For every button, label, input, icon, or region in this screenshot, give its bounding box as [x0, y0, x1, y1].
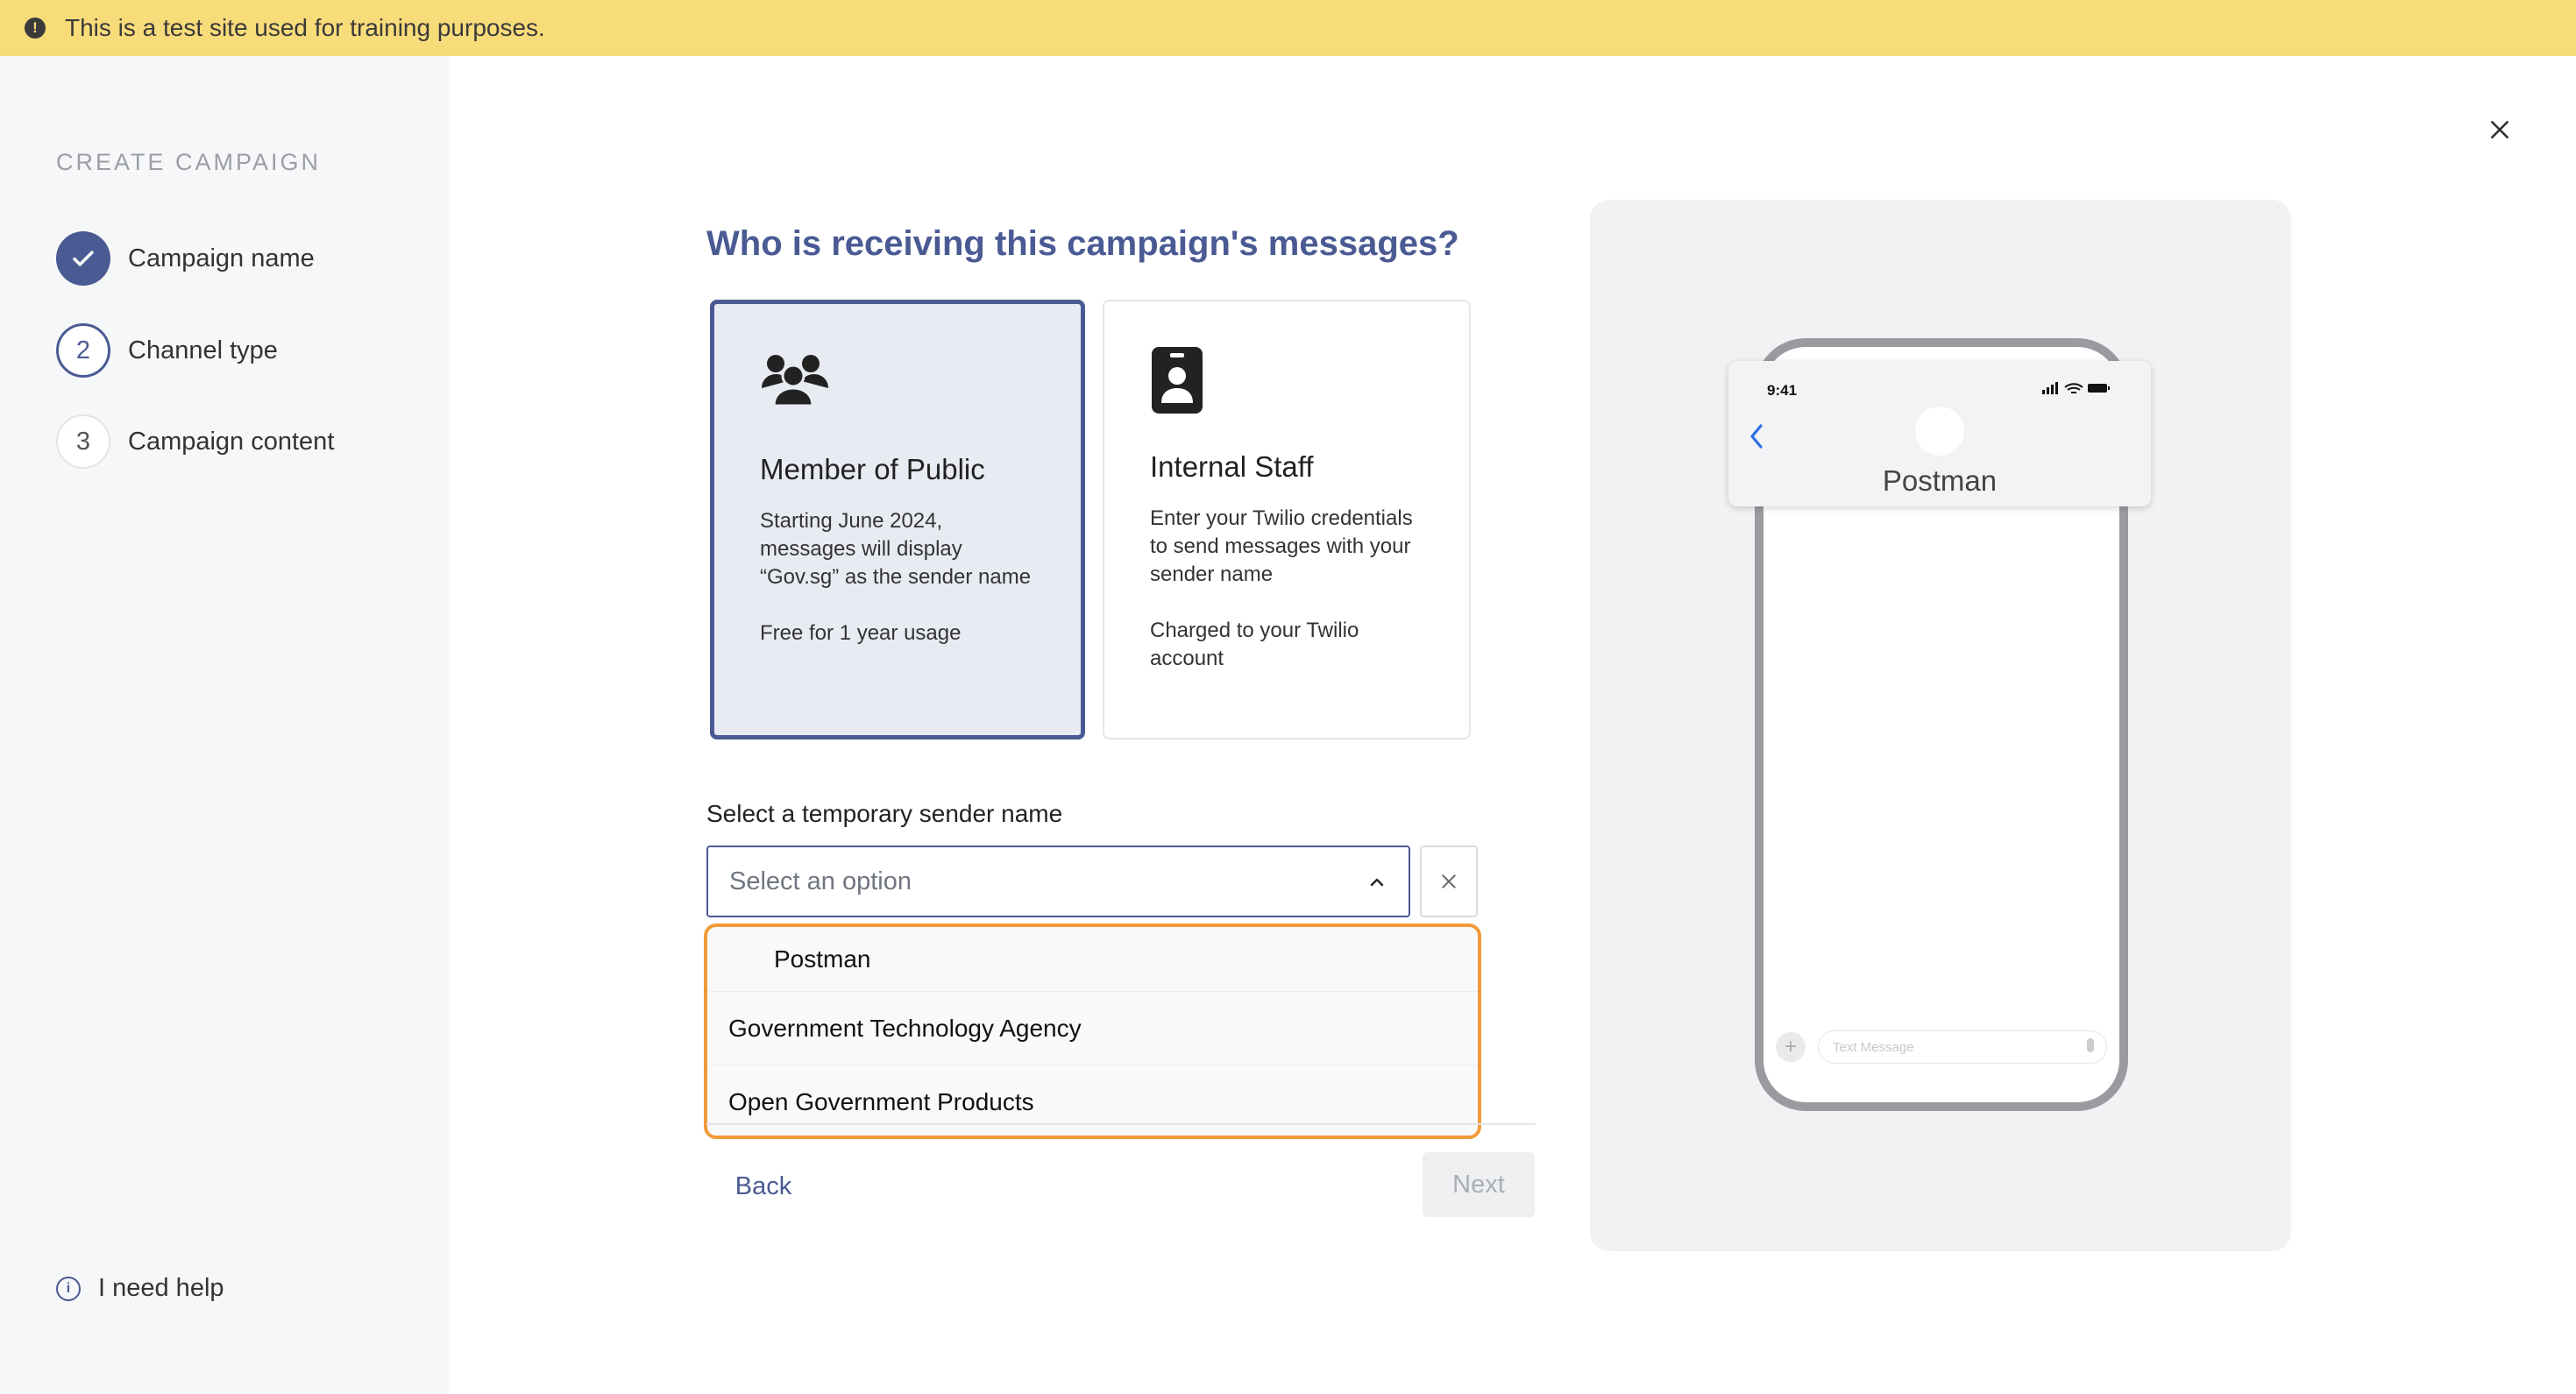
card-internal-staff[interactable]: Internal Staff Enter your Twilio credent…	[1103, 300, 1471, 739]
sender-name-select[interactable]: Select an option	[706, 846, 1410, 917]
card-description: Enter your Twilio credentials to send me…	[1150, 506, 1413, 586]
banner-text: This is a test site used for training pu…	[65, 14, 545, 41]
step-label: Campaign name	[128, 244, 315, 272]
close-icon	[1442, 874, 1456, 888]
close-button[interactable]	[2482, 112, 2517, 147]
card-note: Free for 1 year usage	[760, 621, 962, 645]
step-campaign-content[interactable]: 3 Campaign content	[56, 414, 334, 469]
step-campaign-name[interactable]: Campaign name	[56, 231, 315, 286]
phone-message-header: 9:41 Postman	[1728, 361, 2151, 506]
divider	[706, 1123, 1536, 1125]
card-member-of-public[interactable]: Member of Public Starting June 2024, mes…	[710, 300, 1085, 739]
chevron-up-icon	[1359, 870, 1394, 893]
id-badge-icon	[1150, 345, 1423, 415]
exclamation-icon: !	[25, 18, 46, 39]
card-note: Charged to your Twilio account	[1150, 619, 1359, 670]
card-title: Internal Staff	[1150, 450, 1314, 483]
signal-wifi-battery-icon	[2042, 382, 2112, 397]
next-button[interactable]: Next	[1423, 1152, 1535, 1217]
people-group-icon	[760, 348, 1035, 418]
clear-selection-button[interactable]	[1420, 846, 1478, 917]
step-number: 2	[56, 323, 110, 378]
training-banner: ! This is a test site used for training …	[0, 0, 2576, 56]
option-open-government-products[interactable]: Open Government Products	[707, 1065, 1478, 1136]
option-postman[interactable]: Postman	[707, 927, 1478, 992]
card-description: Starting June 2024, messages will displa…	[760, 509, 1032, 589]
sender-options-dropdown: Postman Government Technology Agency Ope…	[704, 923, 1481, 1139]
card-title: Member of Public	[760, 453, 985, 485]
plus-icon: +	[1776, 1032, 1806, 1062]
phone-time: 9:41	[1767, 382, 1798, 399]
step-label: Campaign content	[128, 427, 335, 456]
close-icon	[2491, 121, 2509, 138]
option-government-technology-agency[interactable]: Government Technology Agency	[707, 992, 1478, 1065]
help-link[interactable]: i I need help	[56, 1274, 224, 1303]
step-label: Channel type	[128, 336, 278, 364]
info-icon: i	[56, 1276, 81, 1301]
phone-input-placeholder: Text Message	[1833, 1039, 1914, 1055]
step-number: 3	[56, 414, 110, 469]
step-channel-type[interactable]: 2 Channel type	[56, 323, 278, 378]
sidebar-title: CREATE CAMPAIGN	[56, 149, 322, 175]
help-label: I need help	[98, 1274, 224, 1302]
chevron-left-icon	[1748, 422, 1765, 455]
avatar	[1915, 407, 1964, 456]
page-title: Who is receiving this campaign's message…	[706, 224, 1459, 263]
select-placeholder: Select an option	[729, 867, 912, 895]
sender-name-label: Select a temporary sender name	[706, 800, 1063, 827]
phone-message-input: Text Message	[1818, 1030, 2107, 1064]
phone-sender-name: Postman	[1882, 464, 1998, 497]
microphone-icon	[2087, 1038, 2094, 1052]
checkmark-icon	[56, 231, 110, 286]
sidebar: CREATE CAMPAIGN Campaign name 2 Channel …	[0, 56, 449, 1394]
back-button[interactable]: Back	[708, 1155, 819, 1218]
